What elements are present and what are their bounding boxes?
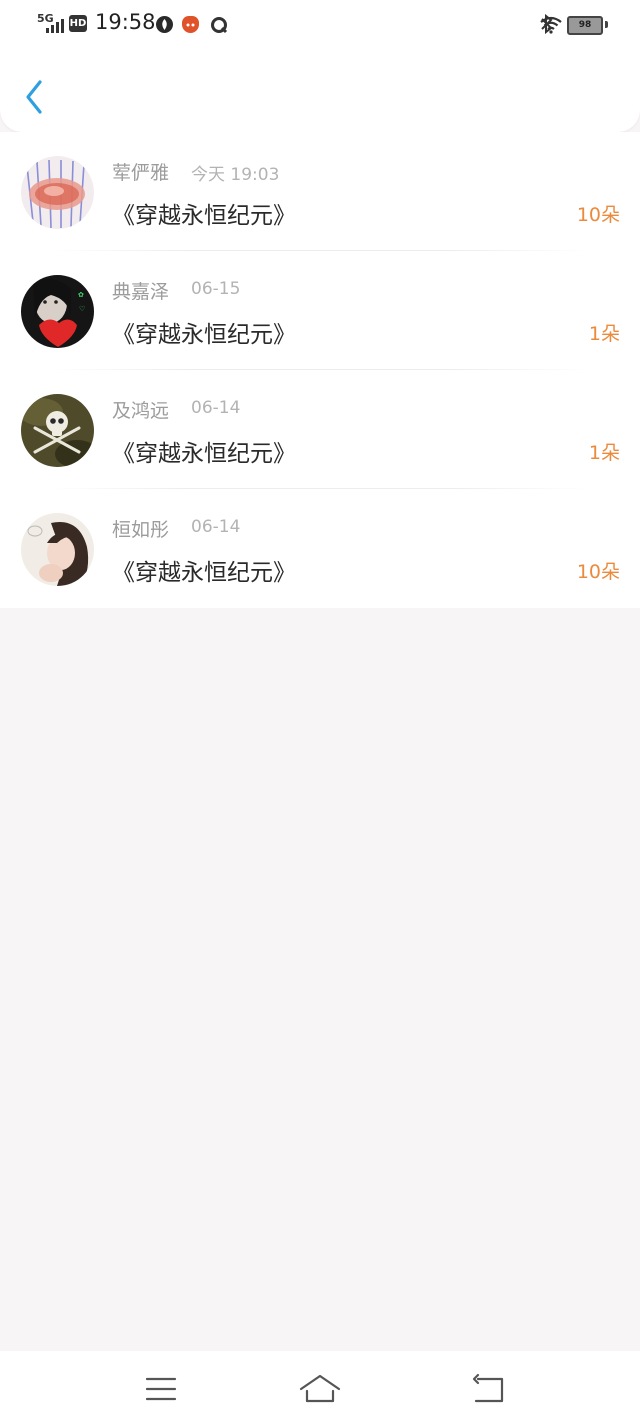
book-title: 《穿越永恒纪元》 [112,441,296,467]
menu-button[interactable] [139,1371,183,1407]
status-bar: 5G HD 19:58 98 [0,0,640,48]
gift-time: 今天 19:03 [191,165,280,185]
book-title: 《穿越永恒纪元》 [112,203,296,229]
app-notification-icon [156,16,173,33]
svg-text:✿: ✿ [78,291,84,299]
flower-count: 1朵 [588,442,620,464]
app-notification-icon [182,16,199,33]
avatar[interactable] [21,394,94,467]
svg-text:♡: ♡ [79,305,85,313]
gift-time: 06-14 [191,398,241,418]
status-time: 19:58 [95,10,156,34]
gift-list: 荤俨雅 今天 19:03 《穿越永恒纪元》 10朵 ✿ ♡ 典嘉泽 06-15 … [0,132,640,608]
sender-name: 及鸿远 [112,400,170,422]
list-item[interactable]: 桓如彤 06-14 《穿越永恒纪元》 10朵 [0,489,640,608]
book-title: 《穿越永恒纪元》 [112,560,296,586]
app-notification-icon [210,16,228,34]
signal-icon [46,17,66,33]
battery-icon: 98 [567,16,603,35]
gift-time: 06-14 [191,517,241,537]
chevron-left-icon [26,80,42,114]
avatar[interactable] [21,513,94,586]
list-item[interactable]: 荤俨雅 今天 19:03 《穿越永恒纪元》 10朵 [0,132,640,251]
hd-icon: HD [69,15,87,32]
flower-count: 10朵 [576,204,620,226]
avatar[interactable] [21,156,94,229]
back-icon [472,1373,504,1403]
list-item[interactable]: ✿ ♡ 典嘉泽 06-15 《穿越永恒纪元》 1朵 [0,251,640,370]
system-back-button[interactable] [466,1371,510,1407]
home-icon [299,1374,341,1403]
sender-name: 桓如彤 [112,519,170,541]
wifi-icon [540,16,562,34]
book-title: 《穿越永恒纪元》 [112,322,296,348]
battery-tip [605,21,608,28]
back-button[interactable] [20,78,50,116]
flower-count: 1朵 [588,323,620,345]
gift-time: 06-15 [191,279,241,299]
sender-name: 荤俨雅 [112,162,170,184]
sender-name: 典嘉泽 [112,281,170,303]
top-bar: 5G HD 19:58 98 [0,0,640,132]
avatar[interactable]: ✿ ♡ [21,275,94,348]
list-item[interactable]: 及鸿远 06-14 《穿越永恒纪元》 1朵 [0,370,640,489]
menu-icon [145,1377,177,1401]
home-button[interactable] [298,1371,342,1407]
system-nav-bar [0,1351,640,1427]
flower-count: 10朵 [576,561,620,583]
